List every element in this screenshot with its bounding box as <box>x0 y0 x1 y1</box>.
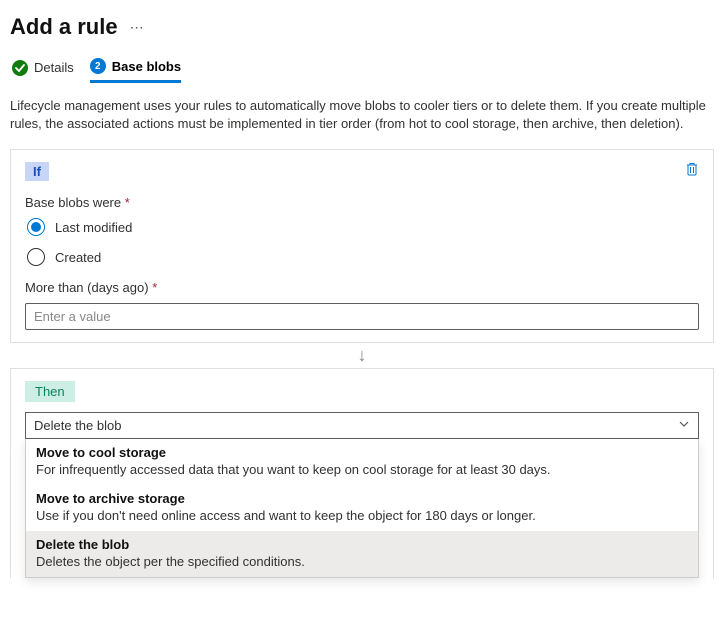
tab-label: Base blobs <box>112 59 181 74</box>
option-title: Move to archive storage <box>36 491 688 506</box>
tab-base-blobs[interactable]: 2 Base blobs <box>90 58 181 83</box>
chevron-down-icon <box>678 418 690 433</box>
then-tag: Then <box>25 381 75 402</box>
option-move-archive[interactable]: Move to archive storage Use if you don't… <box>26 485 698 531</box>
if-tag: If <box>25 162 49 181</box>
more-icon[interactable]: ⋯ <box>130 19 145 36</box>
step-number-badge: 2 <box>90 58 106 74</box>
radio-label: Last modified <box>55 220 132 235</box>
then-action-box: Then Delete the blob Move to cool storag… <box>10 368 714 578</box>
option-desc: Deletes the object per the specified con… <box>36 554 688 569</box>
radio-last-modified[interactable]: Last modified <box>25 218 699 236</box>
action-select[interactable]: Delete the blob <box>25 412 699 439</box>
radio-created[interactable]: Created <box>25 248 699 266</box>
check-icon <box>12 60 28 76</box>
radio-icon <box>27 218 45 236</box>
flow-connector: ↓ <box>10 343 714 368</box>
more-than-days-label: More than (days ago) * <box>25 280 699 295</box>
option-title: Move to cool storage <box>36 445 688 460</box>
days-input[interactable] <box>25 303 699 330</box>
page-title: Add a rule <box>10 14 118 40</box>
if-condition-box: If Base blobs were * Last modified Creat… <box>10 149 714 343</box>
tab-details[interactable]: Details <box>12 60 74 82</box>
option-desc: For infrequently accessed data that you … <box>36 462 688 477</box>
tab-label: Details <box>34 60 74 75</box>
action-dropdown-panel: Move to cool storage For infrequently ac… <box>25 439 699 578</box>
radio-label: Created <box>55 250 101 265</box>
option-desc: Use if you don't need online access and … <box>36 508 688 523</box>
radio-icon <box>27 248 45 266</box>
base-blobs-were-label: Base blobs were * <box>25 195 699 210</box>
option-move-cool[interactable]: Move to cool storage For infrequently ac… <box>26 439 698 485</box>
description-text: Lifecycle management uses your rules to … <box>10 97 714 133</box>
option-title: Delete the blob <box>36 537 688 552</box>
arrow-down-icon: ↓ <box>358 345 367 365</box>
select-value: Delete the blob <box>34 418 121 433</box>
delete-icon[interactable] <box>685 162 699 179</box>
tab-bar: Details 2 Base blobs <box>10 58 714 83</box>
option-delete-blob[interactable]: Delete the blob Deletes the object per t… <box>26 531 698 577</box>
